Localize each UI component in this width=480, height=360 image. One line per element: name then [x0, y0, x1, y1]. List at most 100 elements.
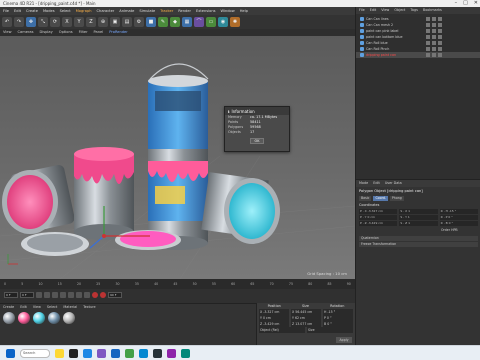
next-key-icon[interactable] — [76, 292, 82, 298]
viewport-menu-view[interactable]: View — [3, 29, 12, 36]
tag-icon[interactable] — [432, 23, 436, 27]
tag-icon[interactable] — [426, 47, 430, 51]
quaternion-group[interactable]: Quaternion — [359, 236, 478, 241]
tag-icon[interactable] — [438, 53, 442, 57]
tag-icon[interactable] — [432, 53, 436, 57]
object-row[interactable]: dripping paint can — [356, 52, 480, 58]
object-tags[interactable] — [426, 47, 442, 51]
tag-icon[interactable] — [426, 35, 430, 39]
tag-icon[interactable] — [438, 35, 442, 39]
current-frame-field[interactable]: 0 F — [20, 292, 34, 298]
edge-icon[interactable] — [139, 348, 148, 358]
vscode-icon[interactable] — [111, 348, 120, 358]
tag-icon[interactable] — [426, 53, 430, 57]
tag-icon[interactable] — [438, 41, 442, 45]
photoshop-icon[interactable] — [181, 348, 190, 358]
tag-icon[interactable] — [432, 47, 436, 51]
tipped-can-pink[interactable] — [2, 164, 76, 234]
minimize-icon[interactable]: – — [455, 0, 458, 7]
lid-pink[interactable] — [115, 230, 181, 250]
mat-menu-view[interactable]: View — [33, 305, 41, 309]
rotate-tool-icon[interactable]: ⟳ — [50, 17, 60, 27]
mat-menu-edit[interactable]: Edit — [20, 305, 27, 309]
stacked-paint-cans[interactable] — [148, 63, 209, 250]
tag-icon[interactable] — [438, 47, 442, 51]
size-mode-select[interactable]: Size — [307, 327, 353, 333]
viewport-menu-cameras[interactable]: Cameras — [18, 29, 34, 36]
rotation-order-select[interactable]: Order HPB — [441, 228, 458, 232]
prev-frame-icon[interactable] — [52, 292, 58, 298]
material-swatch[interactable] — [18, 312, 30, 324]
bend-deformer-icon[interactable]: ⌒ — [194, 17, 204, 27]
light-icon[interactable]: ✺ — [230, 17, 240, 27]
tag-icon[interactable] — [438, 23, 442, 27]
tipped-can-blue[interactable] — [201, 172, 280, 244]
menu-select[interactable]: Select — [60, 7, 71, 15]
go-to-start-icon[interactable] — [36, 292, 42, 298]
cinema4d-icon[interactable] — [153, 348, 162, 358]
play-icon[interactable] — [60, 292, 66, 298]
zoom-icon[interactable] — [83, 348, 92, 358]
start-icon[interactable] — [6, 348, 15, 358]
om-menu-tags[interactable]: Tags — [410, 7, 418, 14]
tab-phong[interactable]: Phong — [389, 196, 404, 201]
close-icon[interactable]: ✕ — [474, 0, 478, 7]
om-menu-object[interactable]: Object — [394, 7, 405, 14]
viewport-menu-display[interactable]: Display — [40, 29, 53, 36]
spline-pen-icon[interactable]: ✎ — [158, 17, 168, 27]
object-tags[interactable] — [426, 23, 442, 27]
floor-icon[interactable]: ▭ — [206, 17, 216, 27]
menu-animate[interactable]: Animate — [119, 7, 134, 15]
tab-coord[interactable]: Coord. — [373, 196, 388, 201]
menu-help[interactable]: Help — [240, 7, 248, 15]
mat-menu-material[interactable]: Material — [63, 305, 77, 309]
tag-icon[interactable] — [438, 29, 442, 33]
redo-icon[interactable]: ↷ — [14, 17, 24, 27]
tag-icon[interactable] — [432, 35, 436, 39]
mat-menu-create[interactable]: Create — [3, 305, 14, 309]
next-frame-icon[interactable] — [68, 292, 74, 298]
3d-viewport[interactable]: Grid Spacing : 10 cm ℹ Information Memory… — [0, 36, 355, 279]
tag-icon[interactable] — [432, 17, 436, 21]
attr-menu-mode[interactable]: Mode — [359, 180, 368, 187]
undo-icon[interactable]: ↶ — [2, 17, 12, 27]
render-picture-viewer-icon[interactable]: ▤ — [122, 17, 132, 27]
subdivision-surface-icon[interactable]: ◆ — [170, 17, 180, 27]
premiere-icon[interactable] — [167, 348, 176, 358]
material-swatch[interactable] — [33, 312, 45, 324]
attr-menu-user-data[interactable]: User Data — [385, 180, 402, 187]
x-app-icon[interactable] — [69, 348, 78, 358]
mat-menu-select[interactable]: Select — [47, 305, 57, 309]
camera-icon[interactable]: ◉ — [218, 17, 228, 27]
menu-file[interactable]: File — [3, 7, 9, 15]
teams-icon[interactable] — [97, 348, 106, 358]
attr-menu-edit[interactable]: Edit — [373, 180, 380, 187]
object-tags[interactable] — [426, 29, 442, 33]
coord-mode-select[interactable]: Object (Rel) — [259, 327, 305, 333]
material-swatch[interactable] — [63, 312, 75, 324]
menu-window[interactable]: Window — [221, 7, 235, 15]
menu-mograph[interactable]: Mograph — [76, 7, 92, 15]
menu-tracker[interactable]: Tracker — [160, 7, 173, 15]
material-swatch[interactable] — [48, 312, 60, 324]
tag-icon[interactable] — [432, 41, 436, 45]
om-menu-view[interactable]: View — [381, 7, 389, 14]
chrome-icon[interactable] — [125, 348, 134, 358]
cube-icon[interactable]: ■ — [146, 17, 156, 27]
object-tags[interactable] — [426, 53, 442, 57]
tag-icon[interactable] — [438, 17, 442, 21]
viewport-menu-filter[interactable]: Filter — [79, 29, 88, 36]
mat-menu-texture[interactable]: Texture — [83, 305, 95, 309]
y-axis-icon[interactable]: Y — [74, 17, 84, 27]
end-frame-field[interactable]: 90 F — [108, 292, 122, 298]
lid-grey[interactable] — [21, 232, 89, 256]
om-menu-edit[interactable]: Edit — [370, 7, 377, 14]
object-tags[interactable] — [426, 17, 442, 21]
menu-render[interactable]: Render — [178, 7, 191, 15]
object-tags[interactable] — [426, 35, 442, 39]
taskbar-search-input[interactable]: Search — [20, 348, 50, 358]
record-icon[interactable] — [92, 292, 98, 298]
go-to-end-icon[interactable] — [84, 292, 90, 298]
prev-key-icon[interactable] — [44, 292, 50, 298]
tag-icon[interactable] — [426, 29, 430, 33]
